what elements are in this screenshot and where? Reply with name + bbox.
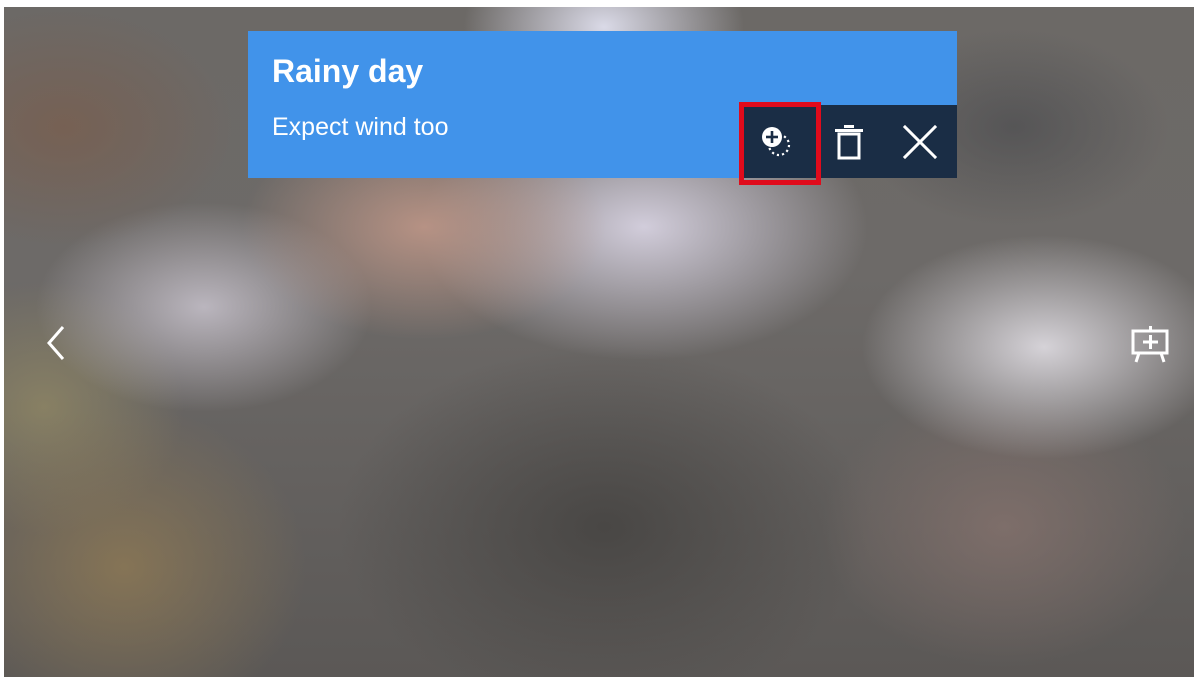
notification-card[interactable]: Rainy day Expect wind too (248, 31, 957, 185)
board-add-icon (1131, 326, 1169, 363)
back-button[interactable] (34, 323, 78, 363)
notification-subtitle: Expect wind too (272, 113, 449, 141)
app-window: Rainy day Expect wind too (4, 7, 1194, 677)
notification-title: Rainy day (272, 53, 424, 89)
close-button[interactable] (883, 105, 957, 178)
add-to-board-button[interactable] (1128, 323, 1172, 365)
pin-to-board-button[interactable] (739, 105, 815, 178)
chevron-left-icon (47, 326, 65, 360)
add-circle-dotted-icon (762, 126, 791, 156)
close-icon (902, 124, 938, 159)
notification-action-bar (739, 105, 957, 178)
delete-button[interactable] (815, 105, 883, 178)
trash-icon (835, 124, 863, 159)
